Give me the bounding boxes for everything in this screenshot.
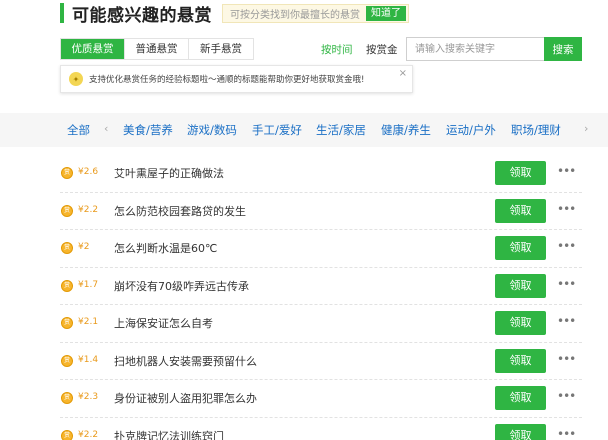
category-all[interactable]: 全部 (67, 122, 90, 138)
title-accent-bar (60, 3, 64, 23)
list-item: 赏 ¥2.2 扑克牌记忆法训练窍门 领取 ••• (60, 418, 582, 440)
list-item: 赏 ¥1.4 扫地机器人安装需要预留什么 领取 ••• (60, 343, 582, 380)
tab-newbie[interactable]: 新手悬赏 (189, 39, 253, 59)
claim-button[interactable]: 领取 (495, 198, 546, 223)
bounty-title[interactable]: 扑克牌记忆法训练窍门 (114, 428, 224, 440)
bounty-price: ¥2.6 (78, 167, 99, 177)
more-icon[interactable]: ••• (557, 277, 576, 291)
search-input[interactable] (406, 37, 544, 61)
bounty-price: ¥2.2 (78, 204, 99, 215)
list-item: 赏 ¥2.1 上海保安证怎么自考 领取 ••• (60, 305, 582, 343)
search-box: 搜索 (406, 37, 582, 61)
bounty-price: ¥1.7 (78, 279, 99, 290)
lightbulb-icon: ✦ (69, 72, 83, 86)
claim-button[interactable]: 领取 (495, 161, 546, 185)
tab-quality[interactable]: 优质悬赏 (61, 39, 125, 59)
tab-normal[interactable]: 普通悬赏 (125, 39, 189, 59)
category-item[interactable]: 运动/户外 (446, 122, 496, 138)
claim-button[interactable]: 领取 (495, 386, 546, 410)
coin-icon: 赏 (61, 279, 73, 292)
coin-icon: 赏 (61, 242, 73, 254)
bounty-title[interactable]: 崩坏没有70级咋弄远古传承 (114, 278, 249, 294)
list-item: 赏 ¥2 怎么判断水温是60℃ 领取 ••• (60, 230, 582, 268)
coin-icon: 赏 (61, 392, 73, 404)
chevron-right-icon[interactable]: › (584, 122, 588, 135)
bounty-price: ¥2.3 (78, 392, 99, 402)
claim-button[interactable]: 领取 (495, 273, 546, 298)
bounty-title[interactable]: 扫地机器人安装需要预留什么 (114, 353, 257, 369)
list-item: 赏 ¥2.6 艾叶熏屋子的正确做法 领取 ••• (60, 155, 582, 193)
bounty-price: ¥2.1 (78, 317, 99, 327)
more-icon[interactable]: ••• (557, 239, 576, 253)
more-icon[interactable]: ••• (557, 314, 576, 328)
coin-icon: 赏 (61, 317, 73, 329)
category-item[interactable]: 职场/理财 (511, 122, 561, 138)
list-item: 赏 ¥2.3 身份证被别人盗用犯罪怎么办 领取 ••• (60, 380, 582, 418)
section-header: 可能感兴趣的悬赏 可按分类找到你最擅长的悬赏 知道了 (60, 0, 409, 26)
category-bar: 全部 ‹ 美食/营养 游戏/数码 手工/爱好 生活/家居 健康/养生 运动/户外… (0, 113, 608, 147)
hint-text: 可按分类找到你最擅长的悬赏 (230, 9, 360, 21)
chevron-left-icon[interactable]: ‹ (104, 122, 108, 135)
claim-button[interactable]: 领取 (495, 236, 546, 260)
bounty-title[interactable]: 上海保安证怎么自考 (114, 315, 213, 331)
category-item[interactable]: 游戏/数码 (187, 122, 237, 138)
more-icon[interactable]: ••• (557, 164, 576, 178)
bounty-price: ¥2 (78, 242, 90, 252)
page-title: 可能感兴趣的悬赏 (72, 5, 212, 26)
category-item[interactable]: 生活/家居 (316, 122, 366, 138)
coin-icon: 赏 (61, 167, 73, 179)
bounty-title[interactable]: 艾叶熏屋子的正确做法 (114, 165, 224, 181)
coin-icon: 赏 (61, 204, 73, 217)
category-item[interactable]: 手工/爱好 (252, 122, 302, 138)
more-icon[interactable]: ••• (557, 389, 576, 403)
bounty-price: ¥1.4 (78, 354, 99, 365)
bounty-title[interactable]: 怎么防范校园套路贷的发生 (114, 203, 246, 219)
sort-by-reward[interactable]: 按赏金 (366, 42, 398, 57)
claim-button[interactable]: 领取 (495, 348, 546, 373)
coin-icon: 赏 (61, 354, 73, 367)
sort-by-time[interactable]: 按时间 (321, 42, 353, 57)
category-item[interactable]: 美食/营养 (123, 122, 173, 138)
hint-box: 可按分类找到你最擅长的悬赏 知道了 (222, 3, 409, 23)
more-icon[interactable]: ••• (557, 202, 576, 216)
bounty-list: 赏 ¥2.6 艾叶熏屋子的正确做法 领取 ••• 赏 ¥2.2 怎么防范校园套路… (60, 155, 582, 440)
more-icon[interactable]: ••• (557, 427, 576, 440)
tip-banner: ✦ 支持优化悬赏任务的经验标题啦～通顺的标题能帮助你更好地获取赏金哦! × (60, 65, 413, 93)
list-item: 赏 ¥2.2 怎么防范校园套路贷的发生 领取 ••• (60, 193, 582, 230)
bounty-tabs: 优质悬赏 普通悬赏 新手悬赏 (60, 38, 254, 60)
claim-button[interactable]: 领取 (495, 311, 546, 335)
list-item: 赏 ¥1.7 崩坏没有70级咋弄远古传承 领取 ••• (60, 268, 582, 305)
tip-text: 支持优化悬赏任务的经验标题啦～通顺的标题能帮助你更好地获取赏金哦! (89, 75, 365, 85)
search-button[interactable]: 搜索 (544, 37, 582, 61)
bounty-price: ¥2.2 (78, 429, 99, 440)
got-it-button[interactable]: 知道了 (366, 5, 406, 21)
bounty-title[interactable]: 身份证被别人盗用犯罪怎么办 (114, 390, 257, 406)
bounty-title[interactable]: 怎么判断水温是60℃ (114, 240, 217, 256)
category-item[interactable]: 健康/养生 (381, 122, 431, 138)
coin-icon: 赏 (61, 429, 73, 440)
close-icon[interactable]: × (399, 68, 407, 79)
more-icon[interactable]: ••• (557, 352, 576, 366)
claim-button[interactable]: 领取 (495, 423, 546, 440)
